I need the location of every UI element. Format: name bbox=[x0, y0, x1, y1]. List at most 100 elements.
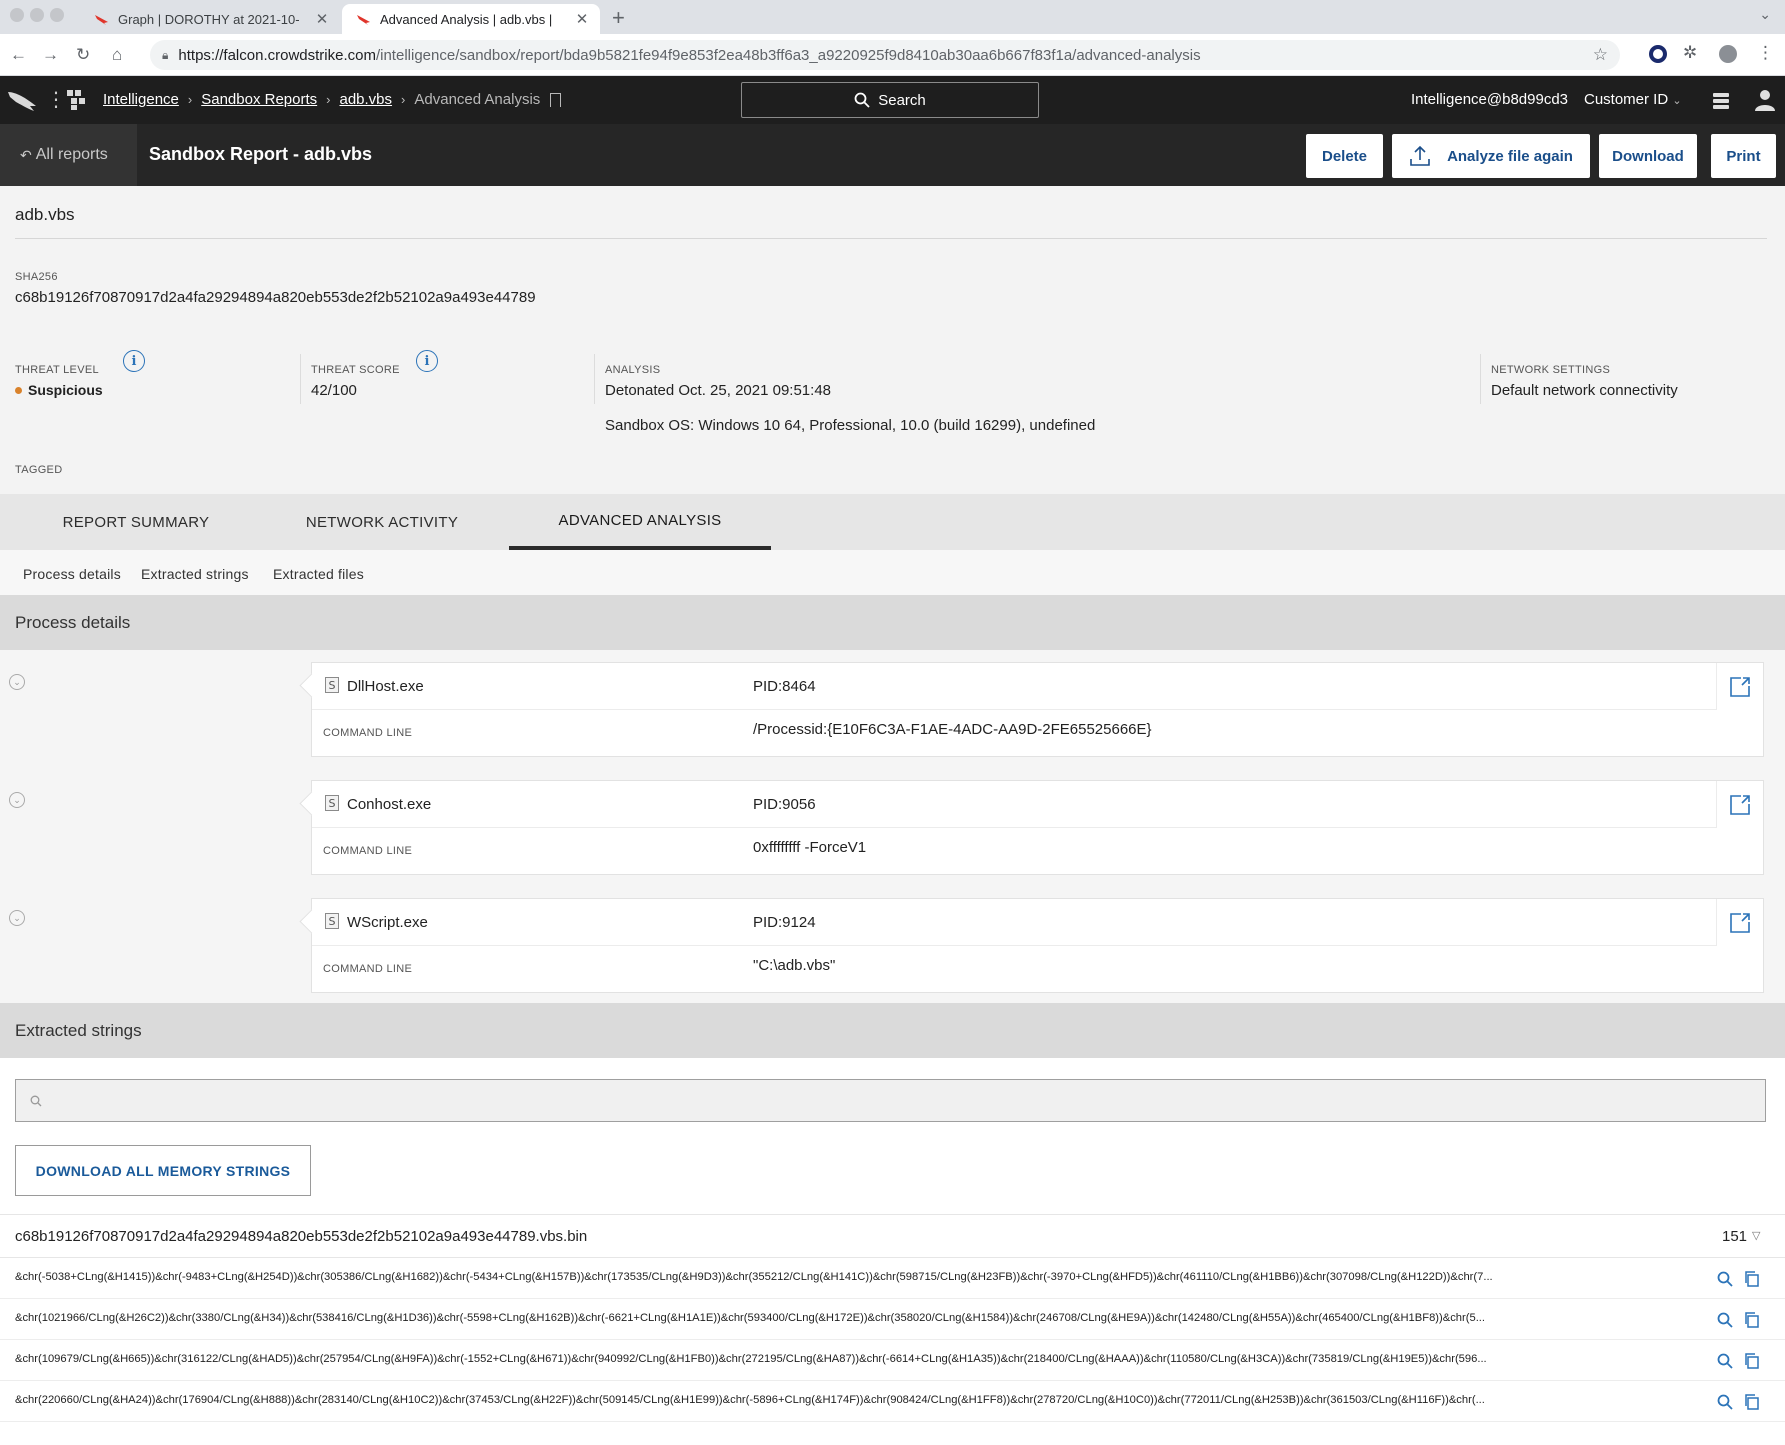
forward-arrow-icon[interactable]: → bbox=[42, 45, 59, 65]
divider bbox=[1480, 354, 1481, 404]
strings-search-field[interactable] bbox=[15, 1079, 1766, 1122]
search-icon bbox=[30, 1095, 42, 1107]
process-header-row: S Conhost.exe PID:9056 bbox=[312, 781, 1717, 828]
search-string-icon[interactable] bbox=[1716, 1393, 1734, 1411]
search-string-icon[interactable] bbox=[1716, 1270, 1734, 1288]
divider bbox=[15, 238, 1767, 239]
process-pid: PID:9124 bbox=[753, 914, 816, 931]
copy-icon[interactable] bbox=[1743, 1352, 1761, 1370]
subnav-process-details[interactable]: Process details bbox=[23, 566, 121, 582]
upload-icon bbox=[1410, 145, 1430, 166]
chevron-right-icon: › bbox=[401, 92, 406, 107]
close-tab-icon[interactable]: ✕ bbox=[314, 10, 330, 28]
memory-bin-row[interactable]: c68b19126f70870917d2a4fa29294894a820eb55… bbox=[0, 1214, 1785, 1258]
delete-button[interactable]: Delete bbox=[1306, 134, 1383, 178]
command-line-value: /Processid:{E10F6C3A-F1AE-4ADC-AA9D-2FE6… bbox=[753, 721, 1152, 738]
subnav-extracted-strings[interactable]: Extracted strings bbox=[141, 566, 249, 582]
collapse-toggle-icon[interactable]: ⌄ bbox=[9, 910, 25, 926]
new-tab-plus-icon[interactable]: + bbox=[612, 5, 625, 31]
extensions-puzzle-icon[interactable]: ✲ bbox=[1683, 43, 1697, 63]
close-tab-icon[interactable]: ✕ bbox=[574, 10, 590, 28]
process-name: WScript.exe bbox=[347, 914, 428, 931]
open-process-button[interactable] bbox=[1716, 663, 1763, 710]
app-switcher-icon[interactable] bbox=[66, 89, 88, 111]
download-all-memory-strings-button[interactable]: DOWNLOAD ALL MEMORY STRINGS bbox=[15, 1145, 311, 1196]
threat-score-info-icon[interactable]: i bbox=[416, 350, 438, 372]
filter-chevron-icon[interactable]: ▽ bbox=[1752, 1229, 1760, 1242]
open-process-button[interactable] bbox=[1716, 899, 1763, 946]
profile-avatar-icon[interactable] bbox=[1719, 45, 1737, 63]
analyze-file-again-button[interactable]: Analyze file again bbox=[1392, 134, 1590, 178]
subnav-extracted-files[interactable]: Extracted files bbox=[273, 566, 364, 582]
search-string-icon[interactable] bbox=[1716, 1311, 1734, 1329]
process-pid: PID:9056 bbox=[753, 796, 816, 813]
threat-level-info-icon[interactable]: i bbox=[123, 350, 145, 372]
customer-id-dropdown[interactable]: Customer ID ⌄ bbox=[1584, 91, 1682, 108]
all-reports-button[interactable]: ↶ All reports bbox=[0, 124, 137, 186]
bin-string-count: 151 bbox=[1722, 1228, 1748, 1245]
page-title: Sandbox Report - adb.vbs bbox=[149, 144, 373, 164]
copy-icon[interactable] bbox=[1743, 1270, 1761, 1288]
process-file-icon: S bbox=[325, 677, 339, 693]
browser-tab-title: Graph | DOROTHY at 2021-10- bbox=[118, 11, 300, 27]
delete-button-label: Delete bbox=[1321, 147, 1368, 165]
strings-search-input[interactable] bbox=[56, 1088, 1736, 1114]
string-value: &chr(-5038+CLng(&H1415))&chr(-9483+CLng(… bbox=[15, 1271, 1493, 1283]
command-line-label: COMMAND LINE bbox=[323, 727, 413, 739]
threat-level-label: THREAT LEVEL bbox=[15, 364, 99, 376]
threat-score-value: 42/100 bbox=[311, 382, 357, 399]
bin-file-name: c68b19126f70870917d2a4fa29294894a820eb55… bbox=[15, 1228, 588, 1245]
window-close-dot[interactable] bbox=[10, 8, 24, 22]
copy-icon[interactable] bbox=[1743, 1393, 1761, 1411]
address-bar[interactable]: 🔒︎ https://falcon.crowdstrike.com/intell… bbox=[150, 40, 1620, 70]
string-row: &chr(1021966/CLng(&H26C2))&chr(3380/CLng… bbox=[0, 1299, 1785, 1340]
global-search-button[interactable]: Search bbox=[741, 82, 1039, 118]
more-menu-icon[interactable]: ⋮ bbox=[46, 87, 66, 112]
window-zoom-dot[interactable] bbox=[50, 8, 64, 22]
falcon-logo-icon[interactable] bbox=[6, 86, 42, 114]
breadcrumb-intelligence[interactable]: Intelligence bbox=[103, 91, 179, 108]
falcon-favicon-icon bbox=[95, 15, 108, 25]
process-card: S Conhost.exe PID:9056 COMMAND LINE 0xff… bbox=[311, 780, 1764, 875]
copy-icon[interactable] bbox=[1743, 1311, 1761, 1329]
sandbox-os-value: Sandbox OS: Windows 10 64, Professional,… bbox=[605, 417, 1096, 434]
open-process-button[interactable] bbox=[1716, 781, 1763, 828]
home-icon[interactable]: ⌂ bbox=[112, 45, 122, 65]
chevron-right-icon: › bbox=[326, 92, 331, 107]
extension-circle-icon[interactable] bbox=[1649, 45, 1667, 63]
bookmark-icon[interactable] bbox=[550, 92, 562, 107]
string-value: &chr(109679/CLng(&H665))&chr(316122/CLng… bbox=[15, 1353, 1487, 1365]
collapse-toggle-icon[interactable]: ⌄ bbox=[9, 792, 25, 808]
browser-tab-advanced-analysis[interactable]: Advanced Analysis | adb.vbs | ✕ bbox=[342, 4, 600, 34]
breadcrumb-sandbox-reports[interactable]: Sandbox Reports bbox=[201, 91, 317, 108]
print-button[interactable]: Print bbox=[1711, 134, 1776, 178]
command-line-label: COMMAND LINE bbox=[323, 963, 413, 975]
breadcrumb-file[interactable]: adb.vbs bbox=[339, 91, 392, 108]
report-header-bar: ↶ All reports Sandbox Report - adb.vbs D… bbox=[0, 124, 1785, 186]
tab-advanced-analysis[interactable]: ADVANCED ANALYSIS bbox=[509, 494, 771, 550]
string-value: &chr(220660/CLng(&HA24))&chr(176904/CLng… bbox=[15, 1394, 1485, 1406]
collapse-toggle-icon[interactable]: ⌄ bbox=[9, 674, 25, 690]
app-top-bar: ⋮ Intelligence › Sandbox Reports › adb.v… bbox=[0, 76, 1785, 124]
tab-network-activity[interactable]: NETWORK ACTIVITY bbox=[286, 494, 478, 550]
tab-search-chevron-icon[interactable]: ⌄ bbox=[1759, 6, 1771, 23]
chevron-down-icon: ⌄ bbox=[1672, 95, 1682, 107]
notifications-stack-icon[interactable] bbox=[1711, 90, 1731, 110]
open-external-icon bbox=[1730, 794, 1750, 815]
search-string-icon[interactable] bbox=[1716, 1352, 1734, 1370]
download-button[interactable]: Download bbox=[1599, 134, 1697, 178]
string-row: &chr(220660/CLng(&HA24))&chr(176904/CLng… bbox=[0, 1381, 1785, 1422]
tab-label: NETWORK ACTIVITY bbox=[305, 513, 459, 531]
process-card: S WScript.exe PID:9124 COMMAND LINE "C:\… bbox=[311, 898, 1764, 993]
user-account[interactable]: Intelligence@b8d99cd3 bbox=[1411, 91, 1568, 108]
browser-menu-icon[interactable]: ⋮ bbox=[1757, 43, 1774, 63]
window-minimize-dot[interactable] bbox=[30, 8, 44, 22]
network-settings-label: NETWORK SETTINGS bbox=[1491, 364, 1611, 376]
bookmark-star-icon[interactable]: ☆ bbox=[1593, 45, 1608, 65]
back-arrow-icon[interactable]: ← bbox=[10, 45, 27, 65]
browser-toolbar: ← → ↻ ⌂ 🔒︎ https://falcon.crowdstrike.co… bbox=[0, 34, 1785, 76]
tab-report-summary[interactable]: REPORT SUMMARY bbox=[40, 494, 232, 550]
browser-tab-graph[interactable]: Graph | DOROTHY at 2021-10- ✕ bbox=[80, 4, 340, 34]
user-profile-icon[interactable] bbox=[1753, 88, 1777, 112]
reload-icon[interactable]: ↻ bbox=[76, 45, 90, 65]
